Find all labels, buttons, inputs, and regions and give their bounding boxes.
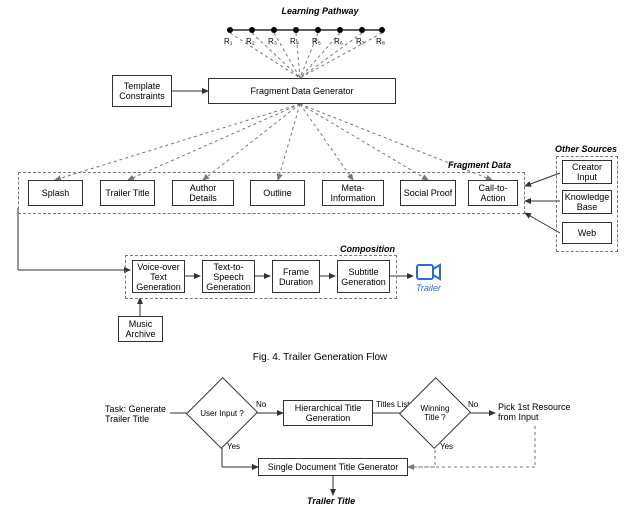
knowledge-base-box: Knowledge Base [562, 190, 612, 214]
pick-first-resource-text: Pick 1st Resource from Input [498, 402, 578, 422]
trailer-title-box: Trailer Title [100, 180, 155, 206]
trailer-output-label: Trailer [416, 283, 441, 293]
pathway-dot [315, 27, 321, 33]
pathway-dot [227, 27, 233, 33]
composition-label: Composition [340, 244, 395, 254]
web-box: Web [562, 222, 612, 244]
frame-duration-box: Frame Duration [272, 260, 320, 293]
r-label: R₃ [268, 37, 277, 46]
pathway-dot [379, 27, 385, 33]
edge-no2-label: No [468, 400, 478, 409]
tts-box: Text-to- Speech Generation [202, 260, 255, 293]
r-label: R₂ [246, 37, 255, 46]
single-doc-title-box: Single Document Title Generator [258, 458, 408, 476]
hierarchical-title-box: Hierarchical Title Generation [283, 400, 373, 426]
fragment-data-label: Fragment Data [448, 160, 511, 170]
user-input-decision: User Input ? [197, 388, 247, 438]
figure-caption: Fig. 4. Trailer Generation Flow [0, 352, 640, 363]
social-proof-box: Social Proof [400, 180, 456, 206]
winning-title-decision: Winning Title ? [410, 388, 460, 438]
task-label: Task: Generate Trailer Title [105, 404, 171, 424]
r-label: R₁ [224, 37, 232, 46]
pathway-dot [249, 27, 255, 33]
cta-box: Call-to- Action [468, 180, 518, 206]
edge-yes-label: Yes [227, 442, 240, 451]
pathway-dot [359, 27, 365, 33]
voiceover-box: Voice-over Text Generation [132, 260, 185, 293]
fragment-data-generator-box: Fragment Data Generator [208, 78, 396, 104]
creator-input-box: Creator Input [562, 160, 612, 184]
r-label: R₆ [334, 37, 343, 46]
r-label: R₄ [290, 37, 299, 46]
pathway-dot [337, 27, 343, 33]
pathway-dot [293, 27, 299, 33]
author-details-box: Author Details [172, 180, 234, 206]
outline-box: Outline [250, 180, 305, 206]
edge-yes2-label: Yes [440, 442, 453, 451]
subtitle-box: Subtitle Generation [337, 260, 390, 293]
camera-icon [416, 262, 442, 284]
other-sources-label: Other Sources [555, 144, 617, 154]
r-label: R₇ [356, 37, 365, 46]
splash-box: Splash [28, 180, 83, 206]
template-constraints-box: Template Constraints [112, 75, 172, 107]
r-label: R₅ [312, 37, 321, 46]
trailer-title-output: Trailer Title [307, 496, 355, 506]
meta-info-box: Meta- Information [322, 180, 384, 206]
edge-no-label: No [256, 400, 266, 409]
learning-pathway-label: Learning Pathway [260, 6, 380, 16]
r-label: R₈ [376, 37, 385, 46]
music-archive-box: Music Archive [118, 316, 163, 342]
pathway-dot [271, 27, 277, 33]
